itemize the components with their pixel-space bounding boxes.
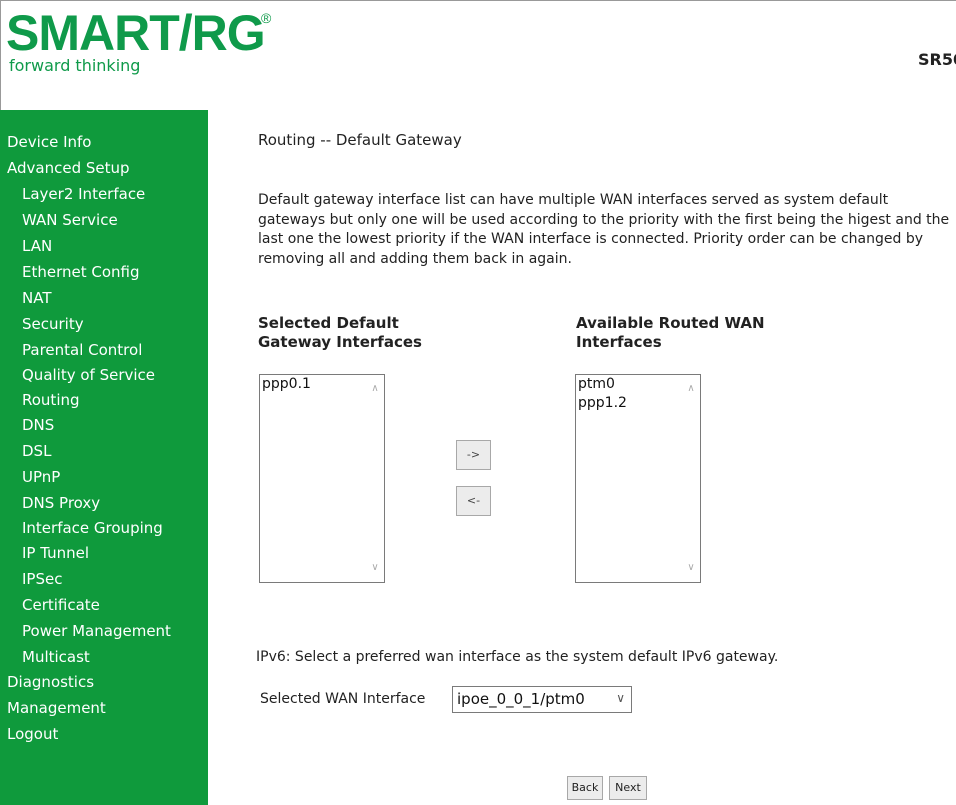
back-button[interactable]: Back [567,776,603,800]
sidebar-item-dsl[interactable]: DSL [22,442,51,460]
model-name: SR501 [918,50,956,69]
selected-gateways-label-line1: Selected Default [258,314,399,332]
sidebar-item-management[interactable]: Management [7,699,106,717]
sidebar-item-wan-service[interactable]: WAN Service [22,211,118,229]
sidebar-item-upnp[interactable]: UPnP [22,468,60,486]
selected-gateways-label-line2: Gateway Interfaces [258,333,422,351]
available-interfaces-label-line1: Available Routed WAN [576,314,765,332]
sidebar-item-advanced-setup[interactable]: Advanced Setup [7,159,130,177]
list-item[interactable]: ptm0 [576,375,700,394]
sidebar-item-routing[interactable]: Routing [22,391,80,409]
sidebar: Device Info Advanced Setup Layer2 Interf… [0,110,208,805]
list-item[interactable]: ppp0.1 [260,375,384,394]
wan-interface-label: Selected WAN Interface [260,691,426,707]
registered-mark: ® [261,10,272,26]
ipv6-instructions: IPv6: Select a preferred wan interface a… [256,649,779,665]
wan-interface-select[interactable]: ipoe_0_0_1/ptm0 ∨ [452,686,632,713]
sidebar-item-diagnostics[interactable]: Diagnostics [7,673,94,691]
available-interfaces-label-line2: Interfaces [576,333,662,351]
wan-interface-value: ipoe_0_0_1/ptm0 [457,690,585,708]
sidebar-item-ipsec[interactable]: IPSec [22,570,62,588]
sidebar-item-logout[interactable]: Logout [7,725,58,743]
available-interfaces-label: Available Routed WAN Interfaces [576,314,765,352]
sidebar-item-ip-tunnel[interactable]: IP Tunnel [22,544,89,562]
sidebar-item-interface-grouping[interactable]: Interface Grouping [22,519,163,537]
logo-tagline: forward thinking [9,56,141,75]
scroll-up-icon[interactable]: ∧ [369,383,381,395]
scroll-down-icon[interactable]: ∨ [369,562,381,574]
sidebar-item-dns-proxy[interactable]: DNS Proxy [22,494,100,512]
sidebar-item-parental-control[interactable]: Parental Control [22,341,142,359]
list-item[interactable]: ppp1.2 [576,394,700,413]
next-button[interactable]: Next [609,776,647,800]
sidebar-item-device-info[interactable]: Device Info [7,133,91,151]
selected-gateways-listbox[interactable]: ppp0.1 ∧ ∨ [259,374,385,583]
sidebar-item-lan[interactable]: LAN [22,237,52,255]
scroll-up-icon[interactable]: ∧ [685,383,697,395]
sidebar-item-ethernet-config[interactable]: Ethernet Config [22,263,140,281]
sidebar-item-power-management[interactable]: Power Management [22,622,171,640]
scrollbar[interactable]: ∧ ∨ [367,375,384,582]
remove-gateway-button[interactable]: <- [456,486,491,516]
available-interfaces-listbox[interactable]: ptm0 ppp1.2 ∧ ∨ [575,374,701,583]
sidebar-item-quality-of-service[interactable]: Quality of Service [22,366,155,384]
page-description: Default gateway interface list can have … [258,192,950,267]
page-title: Routing -- Default Gateway [258,131,462,149]
frame-top-border [0,0,956,1]
sidebar-item-nat[interactable]: NAT [22,289,51,307]
chevron-down-icon[interactable]: ∨ [616,691,625,705]
logo-text: SMART/RG [6,5,266,61]
sidebar-item-security[interactable]: Security [22,315,84,333]
selected-gateways-label: Selected Default Gateway Interfaces [258,314,422,352]
add-gateway-button[interactable]: -> [456,440,491,470]
scroll-down-icon[interactable]: ∨ [685,562,697,574]
scrollbar[interactable]: ∧ ∨ [683,375,700,582]
brand-logo: SMART/RG ® forward thinking [6,5,271,75]
sidebar-item-layer2-interface[interactable]: Layer2 Interface [22,185,145,203]
sidebar-item-dns[interactable]: DNS [22,416,54,434]
sidebar-item-multicast[interactable]: Multicast [22,648,90,666]
sidebar-item-certificate[interactable]: Certificate [22,596,100,614]
